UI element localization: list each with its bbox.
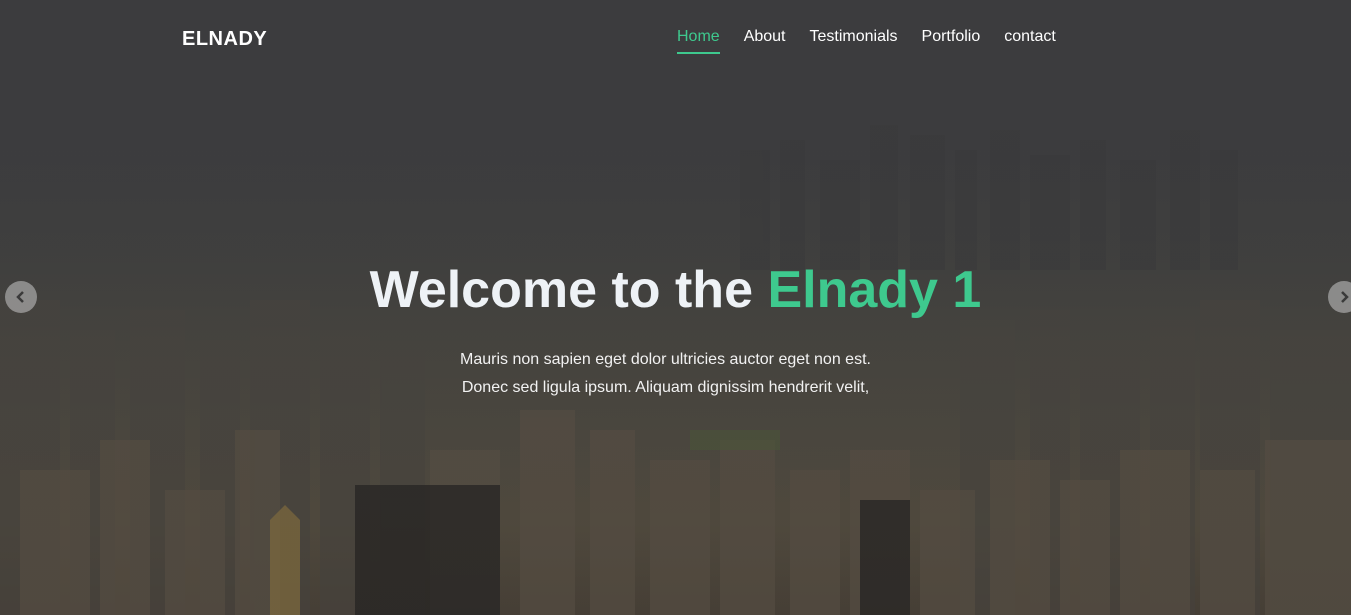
nav-item-testimonials[interactable]: Testimonials [810,28,898,54]
hero-slider: ELNADY Home About Testimonials Portfolio… [0,0,1351,615]
main-nav: Home About Testimonials Portfolio contac… [677,28,1080,54]
chevron-left-icon [16,291,24,303]
hero-title: Welcome to the Elnady 1 [0,260,1351,320]
nav-item-about[interactable]: About [744,28,786,54]
nav-item-contact[interactable]: contact [1004,28,1056,54]
hero-text-line: Donec sed ligula ipsum. Aliquam dignissi… [461,379,870,396]
hero-description: Mauris non sapien eget dolor ultricies a… [0,346,1331,402]
hero-title-accent: Elnady 1 [767,261,982,319]
chevron-right-icon [1341,291,1349,303]
hero-title-prefix: Welcome to the [369,261,753,319]
nav-item-home[interactable]: Home [677,28,720,54]
slider-prev-button[interactable] [5,281,37,313]
hero-text-line: Mauris non sapien eget dolor ultricies a… [460,351,871,368]
brand-logo[interactable]: ELNADY [182,28,267,51]
nav-item-portfolio[interactable]: Portfolio [922,28,981,54]
